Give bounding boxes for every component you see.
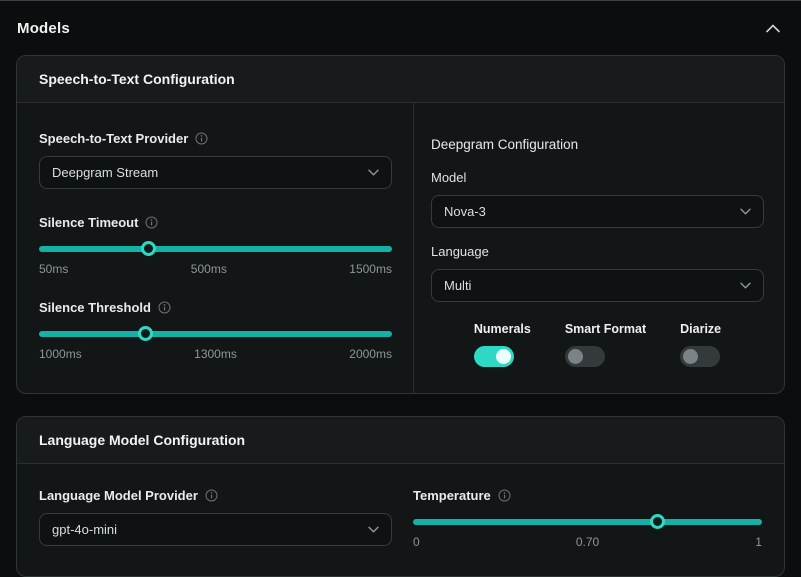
llm-provider-select[interactable]: gpt-4o-mini xyxy=(39,513,392,546)
deepgram-model-select[interactable]: Nova-3 xyxy=(431,195,764,228)
toggle-knob xyxy=(568,349,583,364)
numerals-toggle-group: Numerals xyxy=(474,322,531,367)
numerals-toggle[interactable] xyxy=(474,346,514,367)
info-icon[interactable] xyxy=(195,132,208,145)
info-icon[interactable] xyxy=(498,489,511,502)
stt-provider-select[interactable]: Deepgram Stream xyxy=(39,156,392,189)
chevron-down-icon xyxy=(368,169,379,176)
llm-card-header: Language Model Configuration xyxy=(17,417,784,464)
chevron-down-icon xyxy=(368,526,379,533)
diarize-toggle[interactable] xyxy=(680,346,720,367)
temperature-label: Temperature xyxy=(413,488,762,503)
deepgram-language-select[interactable]: Multi xyxy=(431,269,764,302)
silence-threshold-slider[interactable] xyxy=(39,331,392,337)
toggle-knob xyxy=(496,349,511,364)
info-icon[interactable] xyxy=(205,489,218,502)
numerals-label: Numerals xyxy=(474,322,531,336)
silence-timeout-slider-handle[interactable] xyxy=(141,241,156,256)
deepgram-configuration-title: Deepgram Configuration xyxy=(431,137,764,152)
silence-timeout-ticks: 50ms 500ms 1500ms xyxy=(39,262,392,276)
smart-format-label: Smart Format xyxy=(565,322,646,336)
smart-format-toggle-group: Smart Format xyxy=(565,322,646,367)
stt-configuration-card: Speech-to-Text Configuration Speech-to-T… xyxy=(16,55,785,394)
info-icon[interactable] xyxy=(158,301,171,314)
stt-card-header: Speech-to-Text Configuration xyxy=(17,56,784,103)
chevron-up-icon xyxy=(766,24,780,33)
llm-card-title: Language Model Configuration xyxy=(39,432,762,448)
smart-format-toggle[interactable] xyxy=(565,346,605,367)
deepgram-model-label: Model xyxy=(431,170,764,185)
diarize-toggle-group: Diarize xyxy=(680,322,721,367)
chevron-down-icon xyxy=(740,208,751,215)
silence-timeout-slider[interactable] xyxy=(39,246,392,252)
deepgram-language-label: Language xyxy=(431,244,764,259)
diarize-label: Diarize xyxy=(680,322,721,336)
collapse-section-button[interactable] xyxy=(762,20,784,37)
llm-provider-label: Language Model Provider xyxy=(39,488,392,503)
deepgram-toggle-row: Numerals Smart Format Diarize xyxy=(431,322,764,367)
info-icon[interactable] xyxy=(145,216,158,229)
models-section-header: Models xyxy=(0,1,801,55)
llm-configuration-card: Language Model Configuration Language Mo… xyxy=(16,416,785,577)
chevron-down-icon xyxy=(740,282,751,289)
page-title: Models xyxy=(17,20,70,37)
temperature-ticks: 0 0.70 1 xyxy=(413,535,762,549)
temperature-slider[interactable] xyxy=(413,519,762,525)
stt-provider-label: Speech-to-Text Provider xyxy=(39,131,392,146)
temperature-slider-handle[interactable] xyxy=(650,514,665,529)
silence-threshold-slider-handle[interactable] xyxy=(138,326,153,341)
toggle-knob xyxy=(683,349,698,364)
silence-threshold-label: Silence Threshold xyxy=(39,300,392,315)
silence-threshold-ticks: 1000ms 1300ms 2000ms xyxy=(39,347,392,361)
silence-timeout-label: Silence Timeout xyxy=(39,215,392,230)
stt-card-title: Speech-to-Text Configuration xyxy=(39,71,762,87)
